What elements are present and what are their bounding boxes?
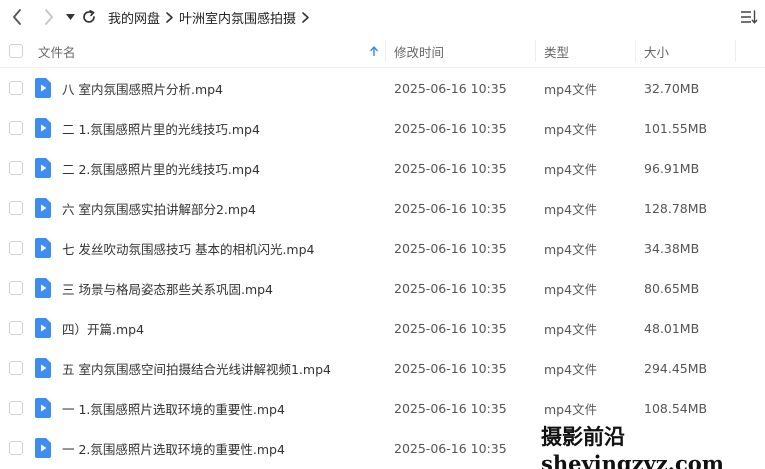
file-type: mp4文件 — [544, 161, 598, 177]
file-type: mp4文件 — [544, 81, 598, 97]
file-row[interactable]: 二 2.氛围感照片里的光线技巧.mp4 2025-06-16 10:35 mp4文件… — [0, 148, 765, 188]
file-modified-time: 2025-06-16 10:35 — [394, 80, 507, 96]
caret-down-icon — [65, 14, 75, 20]
file-size: 128.78MB — [644, 200, 708, 216]
file-type: mp4文件 — [544, 241, 598, 257]
file-row[interactable]: 二 1.氛围感照片里的光线技巧.mp4 2025-06-16 10:35 mp4文件… — [0, 108, 765, 148]
file-modified-time: 2025-06-16 10:35 — [394, 160, 507, 176]
refresh-button[interactable] — [78, 0, 100, 34]
file-type: mp4文件 — [544, 121, 598, 137]
breadcrumb-root[interactable]: 我的网盘 — [108, 8, 160, 27]
file-modified-time: 2025-06-16 10:35 — [394, 280, 507, 296]
file-size: 294.45MB — [644, 360, 708, 376]
file-name[interactable]: 二 1.氛围感照片里的光线技巧.mp4 — [62, 108, 260, 148]
video-file-icon — [34, 268, 52, 308]
file-size: 80.65MB — [644, 280, 700, 296]
select-all-checkbox[interactable] — [9, 34, 23, 68]
video-file-icon — [34, 68, 52, 108]
file-row[interactable]: 四）开篇.mp4 2025-06-16 10:35 mp4文件 48.01MB — [0, 308, 765, 348]
file-size: 32.70MB — [644, 80, 700, 96]
column-header-type[interactable]: 类型 — [544, 34, 569, 68]
row-checkbox[interactable] — [9, 348, 23, 388]
file-size: 101.55MB — [644, 120, 708, 136]
watermark-text: 摄影前沿 sheyingzyz.com — [541, 423, 724, 469]
breadcrumb-current-folder[interactable]: 叶洲室内氛围感拍摄 — [179, 8, 296, 27]
file-modified-time: 2025-06-16 10:35 — [394, 320, 507, 336]
navigation-bar: 我的网盘 叶洲室内氛围感拍摄 — [0, 0, 765, 34]
file-size: 34.38MB — [644, 240, 700, 256]
video-file-icon — [34, 108, 52, 148]
sort-ascending-icon[interactable] — [370, 34, 378, 68]
column-header-modified[interactable]: 修改时间 — [394, 34, 444, 68]
row-checkbox[interactable] — [9, 148, 23, 188]
file-row[interactable]: 八 室内氛围感照片分析.mp4 2025-06-16 10:35 mp4文件 32.7… — [0, 68, 765, 108]
breadcrumb-separator-icon — [302, 11, 309, 23]
refresh-icon — [83, 10, 95, 23]
row-checkbox[interactable] — [9, 108, 23, 148]
file-row[interactable]: 三 场景与格局姿态那些关系巩固.mp4 2025-06-16 10:35 mp4文件… — [0, 268, 765, 308]
back-button[interactable] — [4, 0, 30, 34]
sort-menu-icon — [741, 10, 758, 24]
file-name[interactable]: 四）开篇.mp4 — [62, 308, 144, 348]
file-modified-time: 2025-06-16 10:35 — [394, 400, 507, 416]
file-name[interactable]: 六 室内氛围感实拍讲解部分2.mp4 — [62, 188, 256, 228]
file-modified-time: 2025-06-16 10:35 — [394, 200, 507, 216]
row-checkbox[interactable] — [9, 268, 23, 308]
video-file-icon — [34, 428, 52, 468]
column-header-name[interactable]: 文件名 — [38, 34, 76, 68]
sort-menu-button[interactable] — [739, 8, 759, 26]
file-name[interactable]: 八 室内氛围感照片分析.mp4 — [62, 68, 223, 108]
file-name[interactable]: 五 室内氛围感空间拍摄结合光线讲解视频1.mp4 — [62, 348, 331, 388]
row-checkbox[interactable] — [9, 308, 23, 348]
file-name[interactable]: 一 2.氛围感照片选取环境的重要性.mp4 — [62, 428, 285, 468]
watermark: 摄影前沿 sheyingzyz.com — [541, 424, 765, 469]
file-name[interactable]: 七 发丝吹动氛围感技巧 基本的相机闪光.mp4 — [62, 228, 315, 268]
row-checkbox[interactable] — [9, 188, 23, 228]
column-header-size[interactable]: 大小 — [644, 34, 669, 68]
column-divider[interactable] — [635, 40, 636, 62]
video-file-icon — [34, 388, 52, 428]
column-divider[interactable] — [535, 40, 536, 62]
forward-button[interactable] — [36, 0, 62, 34]
file-list-header: 文件名 修改时间 类型 大小 — [0, 34, 765, 68]
chevron-left-icon — [13, 9, 21, 25]
file-size: 96.91MB — [644, 160, 700, 176]
row-checkbox[interactable] — [9, 428, 23, 468]
row-checkbox[interactable] — [9, 68, 23, 108]
file-modified-time: 2025-06-16 10:35 — [394, 240, 507, 256]
file-row[interactable]: 六 室内氛围感实拍讲解部分2.mp4 2025-06-16 10:35 mp4文件 1… — [0, 188, 765, 228]
video-file-icon — [34, 228, 52, 268]
video-file-icon — [34, 188, 52, 228]
chevron-right-icon — [45, 9, 53, 25]
video-file-icon — [34, 308, 52, 348]
breadcrumb-separator-icon — [166, 11, 173, 23]
file-type: mp4文件 — [544, 281, 598, 297]
video-file-icon — [34, 148, 52, 188]
file-name[interactable]: 三 场景与格局姿态那些关系巩固.mp4 — [62, 268, 273, 308]
file-type: mp4文件 — [544, 201, 598, 217]
breadcrumb: 我的网盘 叶洲室内氛围感拍摄 — [108, 8, 315, 27]
file-type: mp4文件 — [544, 361, 598, 377]
file-modified-time: 2025-06-16 10:35 — [394, 120, 507, 136]
file-name[interactable]: 二 2.氛围感照片里的光线技巧.mp4 — [62, 148, 260, 188]
file-type: mp4文件 — [544, 321, 598, 337]
file-size: 48.01MB — [644, 320, 700, 336]
row-checkbox[interactable] — [9, 388, 23, 428]
file-row[interactable]: 七 发丝吹动氛围感技巧 基本的相机闪光.mp4 2025-06-16 10:35 m… — [0, 228, 765, 268]
file-modified-time: 2025-06-16 10:35 — [394, 440, 507, 456]
file-name[interactable]: 一 1.氛围感照片选取环境的重要性.mp4 — [62, 388, 285, 428]
file-modified-time: 2025-06-16 10:35 — [394, 360, 507, 376]
column-divider[interactable] — [385, 40, 386, 62]
column-divider[interactable] — [735, 40, 736, 62]
file-row[interactable]: 五 室内氛围感空间拍摄结合光线讲解视频1.mp4 2025-06-16 10:35… — [0, 348, 765, 388]
video-file-icon — [34, 348, 52, 388]
history-dropdown-button[interactable] — [62, 0, 78, 34]
row-checkbox[interactable] — [9, 228, 23, 268]
